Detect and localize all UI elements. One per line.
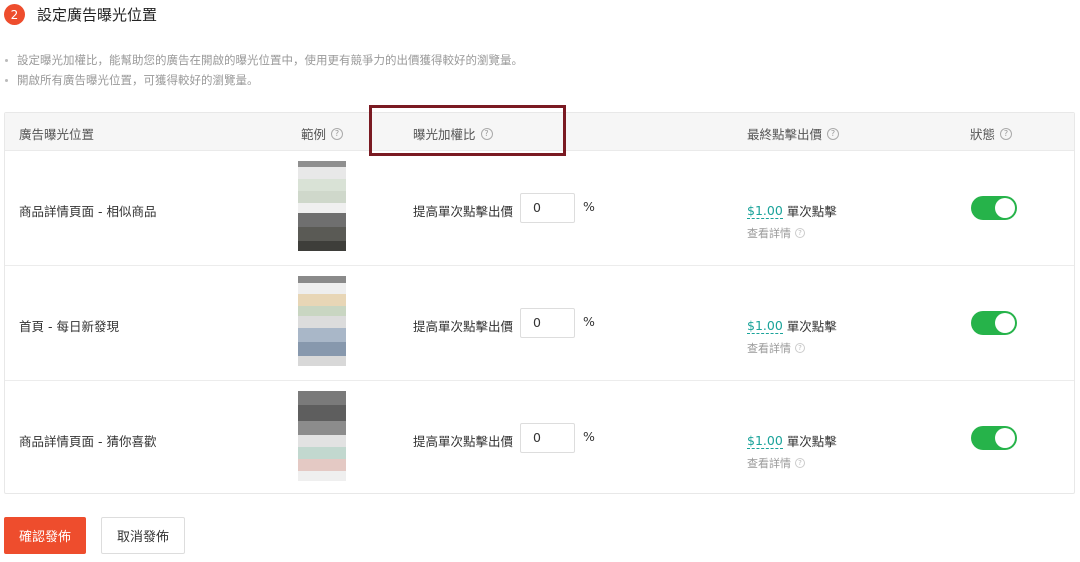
toggle-knob	[995, 313, 1015, 333]
header-status-label: 狀態	[970, 127, 996, 142]
percent-unit: %	[583, 429, 595, 444]
cancel-publish-button[interactable]: 取消發佈	[101, 517, 185, 554]
final-bid-amount: $1.00	[747, 317, 783, 334]
placement-table: 廣告曝光位置 範例? 曝光加權比? 最終點擊出價? 狀態? 商品詳情頁面 - 相…	[4, 105, 1075, 496]
weight-percent-input[interactable]: 0	[520, 308, 575, 338]
step-title: 設定廣告曝光位置	[37, 6, 158, 24]
header-final-bid-label: 最終點擊出價	[747, 127, 823, 142]
percent-unit: %	[583, 199, 595, 214]
placement-name: 商品詳情頁面 - 猜你喜歡	[19, 434, 157, 449]
final-bid-amount: $1.00	[747, 432, 783, 449]
tip-text: 設定曝光加權比，能幫助您的廣告在開啟的曝光位置中，使用更有競爭力的出價獲得較好的…	[17, 53, 523, 67]
view-details-link[interactable]: 查看詳情?	[747, 340, 805, 356]
view-details-label: 查看詳情	[747, 342, 791, 355]
tip-item: 設定曝光加權比，能幫助您的廣告在開啟的曝光位置中，使用更有競爭力的出價獲得較好的…	[5, 50, 523, 70]
table-row: 商品詳情頁面 - 猜你喜歡 提高單次點擊出價 0 % $1.00 單次點擊 查看詳…	[5, 381, 1074, 496]
view-details-link[interactable]: 查看詳情?	[747, 225, 805, 241]
bullet-dot	[5, 78, 8, 82]
example-thumbnail[interactable]	[298, 161, 346, 251]
tip-text: 開啟所有廣告曝光位置，可獲得較好的瀏覽量。	[17, 73, 259, 87]
confirm-publish-button[interactable]: 確認發佈	[4, 517, 86, 554]
tips-list: 設定曝光加權比，能幫助您的廣告在開啟的曝光位置中，使用更有競爭力的出價獲得較好的…	[5, 50, 523, 90]
toggle-knob	[995, 198, 1015, 218]
view-details-link[interactable]: 查看詳情?	[747, 455, 805, 471]
status-toggle[interactable]	[971, 196, 1017, 220]
step-number-badge: 2	[4, 4, 25, 25]
header-example-label: 範例	[301, 127, 327, 142]
help-icon[interactable]: ?	[1000, 127, 1013, 140]
bid-increase-label: 提高單次點擊出價	[413, 434, 514, 449]
final-bid: $1.00 單次點擊	[747, 431, 837, 450]
step-header: 2 設定廣告曝光位置	[4, 4, 157, 25]
bullet-dot	[5, 58, 8, 62]
per-click-label: 單次點擊	[786, 319, 837, 334]
help-icon: ?	[795, 343, 805, 353]
per-click-label: 單次點擊	[786, 434, 837, 449]
header-status: 狀態?	[970, 124, 1013, 143]
table-row: 商品詳情頁面 - 相似商品 提高單次點擊出價 0 % $1.00 單次點擊 查看詳…	[5, 151, 1074, 266]
weight-percent-input[interactable]: 0	[520, 193, 575, 223]
percent-unit: %	[583, 314, 595, 329]
final-bid-amount: $1.00	[747, 202, 783, 219]
view-details-label: 查看詳情	[747, 227, 791, 240]
example-thumbnail[interactable]	[298, 276, 346, 366]
header-final-bid: 最終點擊出價?	[747, 124, 840, 143]
help-icon[interactable]: ?	[827, 127, 840, 140]
final-bid: $1.00 單次點擊	[747, 201, 837, 220]
example-thumbnail[interactable]	[298, 391, 346, 481]
header-example: 範例?	[301, 124, 344, 143]
bid-increase-label: 提高單次點擊出價	[413, 204, 514, 219]
header-placement: 廣告曝光位置	[19, 124, 94, 143]
placement-name: 首頁 - 每日新發現	[19, 319, 119, 334]
toggle-knob	[995, 428, 1015, 448]
status-toggle[interactable]	[971, 311, 1017, 335]
status-toggle[interactable]	[971, 426, 1017, 450]
final-bid: $1.00 單次點擊	[747, 316, 837, 335]
placement-name: 商品詳情頁面 - 相似商品	[19, 204, 157, 219]
header-placement-label: 廣告曝光位置	[19, 127, 95, 142]
help-icon[interactable]: ?	[331, 127, 344, 140]
table-row: 首頁 - 每日新發現 提高單次點擊出價 0 % $1.00 單次點擊 查看詳情?	[5, 266, 1074, 381]
highlight-box	[369, 105, 566, 156]
per-click-label: 單次點擊	[786, 204, 837, 219]
tip-item: 開啟所有廣告曝光位置，可獲得較好的瀏覽量。	[5, 70, 523, 90]
table-header: 廣告曝光位置 範例? 曝光加權比? 最終點擊出價? 狀態?	[5, 105, 1074, 156]
help-icon: ?	[795, 458, 805, 468]
help-icon: ?	[795, 228, 805, 238]
bid-increase-label: 提高單次點擊出價	[413, 319, 514, 334]
weight-percent-input[interactable]: 0	[520, 423, 575, 453]
view-details-label: 查看詳情	[747, 457, 791, 470]
